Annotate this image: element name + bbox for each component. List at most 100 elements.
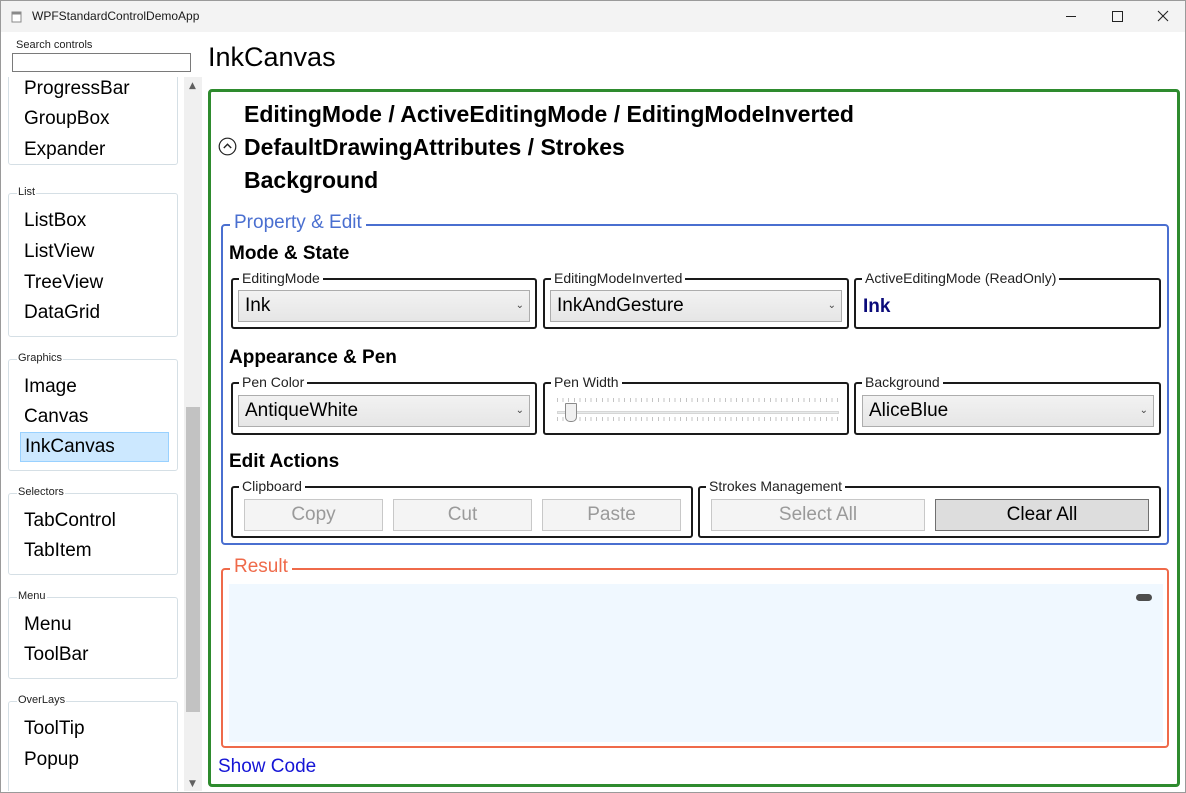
sidebar-item-tabitem[interactable]: TabItem — [20, 537, 169, 567]
edit-actions-title: Edit Actions — [229, 451, 340, 472]
scroll-down-icon[interactable]: ▼ — [189, 779, 196, 789]
pen-width-box: Pen Width — [543, 374, 849, 435]
sidebar-item-toolbar[interactable]: ToolBar — [20, 641, 169, 671]
sidebar-scrollbar[interactable]: ▲ ▼ — [184, 77, 202, 791]
result-group: Result — [221, 556, 1169, 748]
editing-mode-box: EditingMode Ink ⌄ — [231, 270, 537, 329]
background-box: Background AliceBlue ⌄ — [854, 374, 1161, 435]
group-misc: ProgressBar GroupBox Expander — [8, 77, 178, 165]
editing-mode-inverted-box: EditingModeInverted InkAndGesture ⌄ — [543, 270, 849, 329]
pen-width-ticks-top — [557, 398, 839, 402]
sidebar-item-progressbar[interactable]: ProgressBar — [20, 77, 169, 105]
chevron-down-icon: ⌄ — [827, 300, 836, 311]
demo-frame: EditingMode / ActiveEditingMode / Editin… — [208, 89, 1180, 787]
minimize-icon — [1066, 16, 1076, 17]
topic-background: Background — [244, 167, 379, 193]
group-list: List ListBox ListView TreeView DataGrid — [8, 186, 178, 337]
title-bar[interactable]: WPFStandardControlDemoApp — [1, 1, 1185, 32]
pen-color-label: Pen Color — [239, 374, 308, 390]
minimize-button[interactable] — [1048, 1, 1094, 32]
maximize-button[interactable] — [1094, 1, 1140, 32]
select-all-button[interactable]: Select All — [711, 499, 925, 531]
editing-mode-inverted-value: InkAndGesture — [557, 295, 684, 316]
active-editing-mode-value: Ink — [863, 296, 891, 317]
editing-mode-value: Ink — [245, 295, 271, 316]
topic-drawing-attributes: DefaultDrawingAttributes / Strokes — [244, 134, 625, 160]
property-edit-legend: Property & Edit — [230, 212, 366, 234]
maximize-icon — [1112, 11, 1123, 22]
app-window: WPFStandardControlDemoApp Search control… — [0, 0, 1186, 793]
close-button[interactable] — [1140, 1, 1186, 32]
chevron-down-icon: ⌄ — [515, 405, 524, 416]
strokes-management-label: Strokes Management — [706, 478, 846, 494]
pen-color-select[interactable]: AntiqueWhite ⌄ — [238, 395, 530, 427]
active-editing-mode-box: ActiveEditingMode (ReadOnly) Ink — [854, 270, 1161, 329]
clipboard-label: Clipboard — [239, 478, 305, 494]
search-label: Search controls — [16, 39, 93, 51]
sidebar-item-canvas[interactable]: Canvas — [20, 403, 169, 433]
editing-mode-inverted-select[interactable]: InkAndGesture ⌄ — [550, 290, 842, 322]
group-label-list: List — [17, 186, 37, 198]
pen-width-ticks-bottom — [557, 417, 839, 421]
scrollbar-thumb[interactable] — [186, 407, 200, 712]
chevron-down-icon: ⌄ — [515, 300, 524, 311]
topic-editing-mode: EditingMode / ActiveEditingMode / Editin… — [244, 101, 854, 127]
cut-button[interactable]: Cut — [393, 499, 532, 531]
ink-canvas[interactable] — [229, 584, 1163, 742]
sidebar-item-menu[interactable]: Menu — [20, 611, 169, 641]
sidebar-item-treeview[interactable]: TreeView — [20, 269, 169, 299]
editing-mode-select[interactable]: Ink ⌄ — [238, 290, 530, 322]
clipboard-box: Clipboard Copy Cut Paste — [231, 478, 693, 538]
group-label-menu: Menu — [17, 590, 47, 602]
editing-mode-inverted-label: EditingModeInverted — [551, 270, 686, 286]
chevron-up-circle-icon[interactable] — [218, 137, 237, 156]
sidebar-item-listview[interactable]: ListView — [20, 238, 169, 268]
search-input[interactable] — [12, 53, 191, 72]
group-graphics: Graphics Image Canvas InkCanvas — [8, 352, 178, 471]
ink-stroke — [1136, 594, 1152, 601]
window-icon — [11, 11, 22, 23]
group-overlays: OverLays ToolTip Popup — [8, 694, 178, 791]
show-code-link[interactable]: Show Code — [218, 756, 316, 778]
sidebar-item-expander[interactable]: Expander — [20, 136, 169, 166]
background-label: Background — [862, 374, 943, 390]
scroll-up-icon[interactable]: ▲ — [189, 81, 196, 91]
group-label-selectors: Selectors — [17, 486, 65, 498]
result-legend: Result — [230, 556, 292, 578]
mode-state-title: Mode & State — [229, 243, 350, 264]
page-title: InkCanvas — [208, 42, 336, 72]
sidebar: Search controls ProgressBar GroupBox Exp… — [1, 32, 202, 792]
sidebar-list[interactable]: ProgressBar GroupBox Expander List ListB… — [1, 77, 184, 791]
chevron-down-icon: ⌄ — [1139, 405, 1148, 416]
group-menu: Menu Menu ToolBar — [8, 590, 178, 679]
editing-mode-label: EditingMode — [239, 270, 323, 286]
window-title: WPFStandardControlDemoApp — [32, 9, 200, 23]
pen-width-label: Pen Width — [551, 374, 622, 390]
strokes-management-box: Strokes Management Select All Clear All — [698, 478, 1161, 538]
background-value: AliceBlue — [869, 400, 949, 421]
group-label-graphics: Graphics — [17, 352, 64, 364]
property-edit-group: Property & Edit Mode & State EditingMode… — [221, 212, 1169, 545]
main-content: InkCanvas EditingMode / ActiveEditingMod… — [202, 32, 1185, 792]
sidebar-item-tabcontrol[interactable]: TabControl — [20, 507, 169, 537]
group-label-overlays: OverLays — [17, 694, 67, 706]
copy-button[interactable]: Copy — [244, 499, 383, 531]
appearance-pen-title: Appearance & Pen — [229, 347, 397, 368]
background-select[interactable]: AliceBlue ⌄ — [862, 395, 1154, 427]
active-editing-mode-label: ActiveEditingMode (ReadOnly) — [862, 270, 1060, 286]
clear-all-button[interactable]: Clear All — [935, 499, 1149, 531]
sidebar-item-groupbox[interactable]: GroupBox — [20, 105, 169, 135]
sidebar-item-listbox[interactable]: ListBox — [20, 207, 169, 237]
group-selectors: Selectors TabControl TabItem — [8, 486, 178, 575]
sidebar-item-popup[interactable]: Popup — [20, 746, 169, 776]
sidebar-item-inkcanvas[interactable]: InkCanvas — [20, 432, 169, 462]
pen-width-thumb[interactable] — [565, 403, 578, 422]
sidebar-item-tooltip[interactable]: ToolTip — [20, 715, 169, 745]
sidebar-item-image[interactable]: Image — [20, 373, 169, 403]
pen-width-slider[interactable] — [557, 411, 839, 414]
paste-button[interactable]: Paste — [542, 499, 681, 531]
close-icon — [1157, 10, 1169, 22]
pen-color-value: AntiqueWhite — [245, 400, 359, 421]
pen-color-box: Pen Color AntiqueWhite ⌄ — [231, 374, 537, 435]
sidebar-item-datagrid[interactable]: DataGrid — [20, 299, 169, 329]
